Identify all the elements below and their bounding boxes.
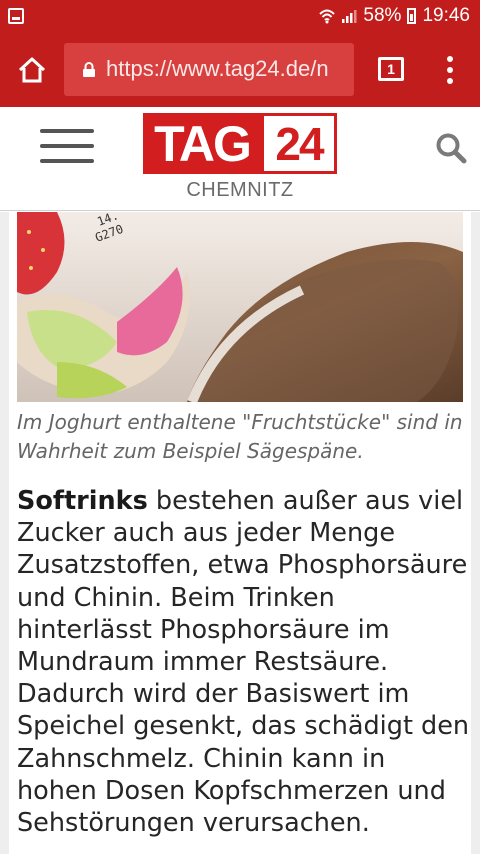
status-bar: 58% 19:46 xyxy=(0,0,480,32)
url-text: https://www.tag24.de/n xyxy=(106,56,329,81)
photo-caption: Im Joghurt enthaltene "Fruchtstücke" sin… xyxy=(17,410,463,463)
home-icon xyxy=(18,57,46,83)
hamburger-menu-icon[interactable] xyxy=(40,129,94,163)
article-area: 14. G270 Im Joghurt enthaltene "Fruchtst… xyxy=(0,212,480,854)
logo-number: 24 xyxy=(261,113,337,174)
signal-icon xyxy=(342,10,357,23)
logo-word: TAG xyxy=(143,113,261,174)
browser-toolbar: https://www.tag24.de/n 1 xyxy=(0,32,480,107)
tab-switcher-button[interactable]: 1 xyxy=(378,57,404,81)
url-bar[interactable]: https://www.tag24.de/n xyxy=(64,43,354,96)
site-header: TAG 24 CHEMNITZ xyxy=(0,107,480,211)
battery-icon xyxy=(407,8,417,24)
paragraph-text: bestehen außer aus viel Zucker auch aus … xyxy=(17,486,470,839)
site-logo[interactable]: TAG 24 xyxy=(143,113,337,174)
more-vert-icon[interactable] xyxy=(440,56,460,84)
article-body: 14. G270 Im Joghurt enthaltene "Fruchtst… xyxy=(9,212,471,854)
home-button[interactable] xyxy=(12,52,52,88)
lock-icon xyxy=(83,62,95,77)
search-icon[interactable] xyxy=(434,131,468,165)
clock: 19:46 xyxy=(422,5,470,26)
status-right-group: 58% 19:46 xyxy=(319,0,470,32)
article-photo: 14. G270 xyxy=(17,212,463,402)
city-label: CHEMNITZ xyxy=(186,179,294,201)
article-paragraph: Softrinks bestehen außer aus viel Zucker… xyxy=(17,485,471,839)
lead-word[interactable]: Softrinks xyxy=(17,486,148,516)
gallery-notification-icon xyxy=(8,8,24,24)
wifi-icon xyxy=(319,9,336,24)
battery-percent: 58% xyxy=(363,5,402,26)
